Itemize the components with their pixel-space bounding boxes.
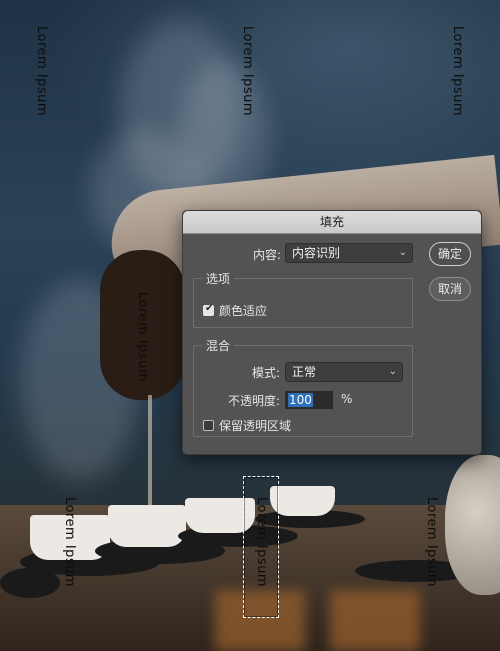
fill-dialog: 填充 内容: 内容识别 ⌄ 确定 取消 选项 ✔ 颜色适应 混合 模式: 正常 … xyxy=(182,210,482,455)
ceramic-jar xyxy=(445,455,500,595)
cancel-button[interactable]: 取消 xyxy=(429,277,471,301)
content-label: 内容: xyxy=(253,248,282,262)
opacity-input[interactable]: 100 xyxy=(285,391,333,409)
preserve-transparency-checkbox[interactable] xyxy=(203,420,214,431)
opacity-value: 100 xyxy=(288,393,313,407)
dialog-title[interactable]: 填充 xyxy=(183,211,481,234)
content-select[interactable]: 内容识别 ⌄ xyxy=(285,243,413,263)
tea-cup xyxy=(270,486,335,516)
watermark-text: Lorem Ipsum xyxy=(450,26,465,117)
content-value: 内容识别 xyxy=(292,246,341,260)
selection-marquee[interactable] xyxy=(243,476,279,618)
watermark-text: Lorem Ipsum xyxy=(135,292,150,383)
opacity-unit: % xyxy=(341,392,353,406)
options-group-title: 选项 xyxy=(202,270,235,287)
tea-stream xyxy=(148,395,152,515)
watermark-text: Lorem Ipsum xyxy=(34,26,49,117)
mode-value: 正常 xyxy=(292,365,317,379)
chevron-down-icon: ⌄ xyxy=(398,247,407,258)
opacity-label: 不透明度: xyxy=(228,394,281,408)
mode-label: 模式: xyxy=(252,366,281,380)
preserve-transparency-label: 保留透明区域 xyxy=(219,419,292,433)
tea-cup xyxy=(108,505,186,547)
ok-button[interactable]: 确定 xyxy=(429,242,471,266)
watermark-text: Lorem Ipsum xyxy=(240,26,255,117)
mode-select[interactable]: 正常 ⌄ xyxy=(285,362,403,382)
options-group: 选项 ✔ 颜色适应 xyxy=(193,270,413,328)
color-adapt-checkbox[interactable]: ✔ xyxy=(203,303,214,316)
watermark-text: Lorem Ipsum xyxy=(424,497,439,588)
checkmark-icon: ✔ xyxy=(205,303,214,314)
blurred-foreground xyxy=(330,590,420,651)
saucer xyxy=(0,568,60,598)
watermark-text: Lorem Ipsum xyxy=(62,497,77,588)
chevron-down-icon: ⌄ xyxy=(388,366,397,377)
blend-group: 混合 模式: 正常 ⌄ 不透明度: 100 % 保留透明区域 xyxy=(193,337,413,437)
color-adapt-label: 颜色适应 xyxy=(219,304,268,318)
blend-group-title: 混合 xyxy=(202,337,235,354)
